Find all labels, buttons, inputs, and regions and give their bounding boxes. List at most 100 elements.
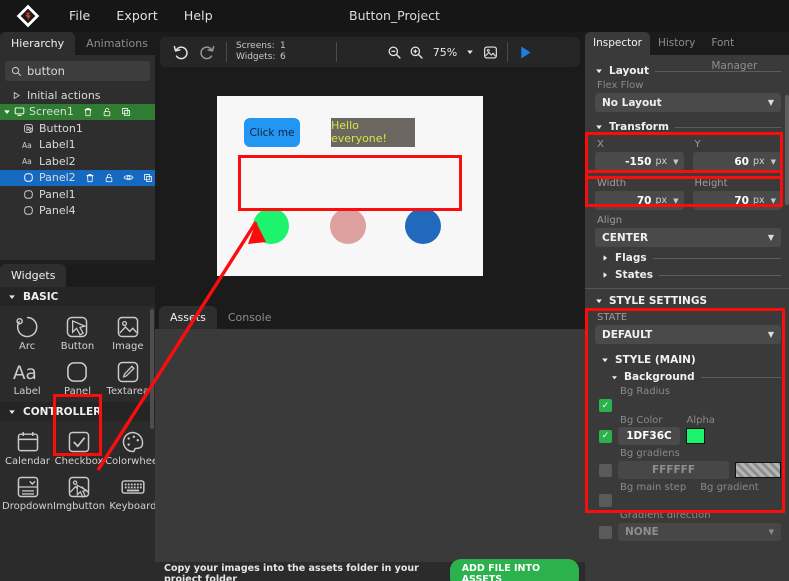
widget-item-arc[interactable]: Arc — [2, 310, 52, 355]
copy-icon[interactable] — [143, 173, 153, 183]
zoom-in-icon[interactable] — [409, 45, 424, 60]
style-settings-header[interactable]: STYLE SETTINGS — [595, 295, 781, 307]
widget-item-button[interactable]: Button — [52, 310, 102, 355]
tree-row-button1[interactable]: Button1 — [0, 120, 155, 137]
section-states[interactable]: States — [595, 269, 781, 281]
tab-assets[interactable]: Assets — [159, 306, 217, 329]
widget-item-colorwheel[interactable]: Colorwheel — [105, 425, 155, 470]
flex-flow-select[interactable]: No Layout ▼ — [595, 93, 781, 112]
copy-icon[interactable] — [121, 107, 131, 117]
widget-item-dropdown[interactable]: Dropdown — [2, 470, 53, 515]
tab-font-manager[interactable]: Font Manager — [703, 32, 789, 72]
widget-item-panel[interactable]: Panel — [52, 355, 102, 400]
section-flags[interactable]: Flags — [595, 252, 781, 264]
section-transform[interactable]: Transform — [595, 121, 781, 133]
eye-icon[interactable] — [123, 172, 134, 183]
tab-console[interactable]: Console — [217, 306, 283, 329]
widget-group-basic[interactable]: BASIC — [0, 287, 155, 306]
bg-color-checkbox[interactable]: ✓ — [599, 429, 612, 443]
screens-value: 1 — [280, 41, 286, 51]
tab-widgets[interactable]: Widgets — [0, 264, 67, 287]
align-select[interactable]: CENTER ▼ — [595, 228, 781, 247]
zoom-out-icon[interactable] — [387, 45, 402, 60]
hierarchy-tabstrip: Hierarchy Animations — [0, 32, 155, 55]
widget-item-calendar[interactable]: Calendar — [2, 425, 53, 470]
tree-row-label1[interactable]: Aa Label1 — [0, 137, 155, 154]
widget-item-keyboard[interactable]: Keyboard — [105, 470, 155, 515]
bg-gradiens-checkbox[interactable] — [599, 463, 612, 477]
bg-radius-checkbox[interactable]: ✓ — [599, 399, 612, 412]
widget-item-textarea[interactable]: Textarea — [103, 355, 153, 400]
state-select[interactable]: DEFAULT ▼ — [595, 325, 781, 344]
canvas-area: Click me Hello everyone! — [155, 72, 585, 302]
chevron-down-icon[interactable] — [466, 48, 474, 56]
dropdown-icon — [15, 474, 41, 500]
widget-label: Button — [60, 341, 95, 352]
redo-icon[interactable] — [198, 43, 216, 61]
height-input[interactable]: 70 px ▼ — [692, 191, 781, 210]
app-logo — [0, 0, 56, 32]
widget-item-imgbutton[interactable]: Imgbutton — [53, 470, 105, 515]
screen-canvas[interactable]: Click me Hello everyone! — [217, 96, 483, 276]
section-background[interactable]: Background — [611, 371, 781, 383]
bg-color-swatch[interactable] — [686, 428, 705, 444]
canvas-button1[interactable]: Click me — [244, 118, 300, 147]
gradient-direction-checkbox[interactable] — [599, 525, 612, 539]
image-frame-icon[interactable] — [483, 45, 498, 60]
width-unit: px — [655, 195, 668, 206]
chevron-down-icon[interactable] — [0, 108, 13, 116]
canvas-label2[interactable]: Hello everyone! — [331, 118, 415, 147]
widget-label: Checkbox — [54, 456, 104, 467]
widget-item-checkbox[interactable]: Checkbox — [53, 425, 105, 470]
menu-export[interactable]: Export — [103, 0, 171, 32]
inspector-scrollbar[interactable] — [785, 95, 789, 205]
style-main-header[interactable]: STYLE (MAIN) — [595, 354, 781, 366]
canvas-panel1[interactable] — [330, 208, 366, 244]
tree-row-panel1[interactable]: Panel1 — [0, 186, 155, 203]
tab-inspector[interactable]: Inspector — [585, 32, 650, 55]
chevron-down-icon[interactable]: ▼ — [673, 158, 678, 166]
undo-icon[interactable] — [172, 43, 190, 61]
chevron-down-icon[interactable]: ▼ — [771, 158, 776, 166]
widgets-scrollbar[interactable] — [150, 309, 154, 429]
search-input-value: button — [27, 64, 65, 78]
play-icon[interactable] — [517, 44, 534, 61]
tree-row-screen1[interactable]: Screen1 — [0, 103, 155, 120]
widget-group-controller[interactable]: CONTROLLER — [0, 402, 155, 421]
chevron-down-icon — [595, 67, 603, 75]
widget-item-image[interactable]: Image — [103, 310, 153, 355]
section-layout[interactable]: Layout — [595, 65, 781, 77]
bg-color-input[interactable]: 1DF36C — [618, 427, 680, 445]
tree-row-panel2[interactable]: Panel2 — [0, 169, 155, 186]
canvas-panel4[interactable] — [405, 208, 441, 244]
width-input[interactable]: 70 px ▼ — [595, 191, 684, 210]
tab-history[interactable]: History — [650, 32, 703, 55]
gradient-direction-select[interactable]: NONE ▼ — [618, 523, 781, 541]
zoom-level[interactable]: 75% — [431, 46, 459, 59]
widget-item-label[interactable]: Aa Label — [2, 355, 52, 400]
canvas-panel2[interactable] — [253, 208, 289, 244]
tree-row-label2[interactable]: Aa Label2 — [0, 153, 155, 170]
widget-group-label: BASIC — [23, 290, 59, 303]
tab-hierarchy[interactable]: Hierarchy — [0, 32, 76, 55]
add-file-into-assets-button[interactable]: ADD FILE INTO ASSETS — [449, 558, 579, 581]
search-input[interactable]: button — [5, 61, 150, 81]
lock-icon[interactable] — [102, 107, 112, 117]
bg-gradiens-input[interactable]: FFFFFF — [618, 461, 729, 479]
trash-icon[interactable] — [83, 107, 93, 117]
bg-gradiens-swatch[interactable] — [735, 462, 781, 478]
widget-label: Keyboard — [109, 501, 155, 512]
lock-icon[interactable] — [104, 173, 114, 183]
trash-icon[interactable] — [85, 173, 95, 183]
chevron-down-icon[interactable]: ▼ — [673, 197, 678, 205]
bg-main-stop-label: Bg main step — [620, 482, 687, 493]
tree-row-initial-actions[interactable]: Initial actions — [0, 87, 155, 104]
menu-help[interactable]: Help — [171, 0, 226, 32]
tree-row-panel4[interactable]: Panel4 — [0, 203, 155, 220]
menu-file[interactable]: File — [56, 0, 103, 32]
bg-main-stop-checkbox[interactable] — [599, 494, 612, 507]
x-input[interactable]: -150 px ▼ — [595, 152, 684, 171]
tab-animations[interactable]: Animations — [75, 32, 159, 55]
chevron-down-icon[interactable]: ▼ — [771, 197, 776, 205]
y-input[interactable]: 60 px ▼ — [692, 152, 781, 171]
